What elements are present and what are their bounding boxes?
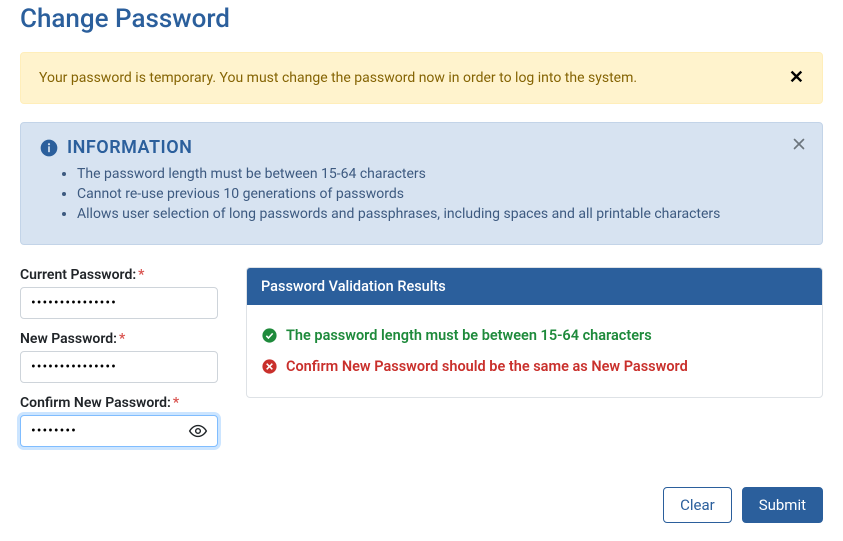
info-item: Allows user selection of long passwords … <box>77 206 804 222</box>
close-icon[interactable]: ✕ <box>789 69 804 87</box>
info-item: The password length must be between 15-6… <box>77 166 804 182</box>
validation-ok-text: The password length must be between 15-6… <box>286 327 652 344</box>
clear-button[interactable]: Clear <box>663 487 732 523</box>
close-icon[interactable] <box>790 135 808 153</box>
check-circle-icon <box>261 327 278 344</box>
warning-banner: Your password is temporary. You must cha… <box>20 52 823 104</box>
error-circle-icon <box>261 358 278 375</box>
page-title: Change Password <box>20 0 823 34</box>
eye-icon[interactable] <box>188 421 208 441</box>
validation-panel: Password Validation Results The password… <box>246 267 823 398</box>
validation-header: Password Validation Results <box>247 268 822 305</box>
info-item: Cannot re-use previous 10 generations of… <box>77 186 804 202</box>
current-password-input[interactable] <box>20 287 218 319</box>
current-password-label: Current Password:* <box>20 267 218 283</box>
new-password-input[interactable] <box>20 351 218 383</box>
validation-ok-row: The password length must be between 15-6… <box>261 327 808 344</box>
info-icon <box>39 138 59 158</box>
information-panel: INFORMATION The password length must be … <box>20 122 823 245</box>
validation-error-row: Confirm New Password should be the same … <box>261 358 808 375</box>
confirm-password-label: Confirm New Password:* <box>20 395 218 411</box>
information-heading: INFORMATION <box>67 137 192 158</box>
warning-text: Your password is temporary. You must cha… <box>39 70 637 86</box>
new-password-label: New Password:* <box>20 331 218 347</box>
submit-button[interactable]: Submit <box>742 487 823 523</box>
validation-error-text: Confirm New Password should be the same … <box>286 358 688 375</box>
